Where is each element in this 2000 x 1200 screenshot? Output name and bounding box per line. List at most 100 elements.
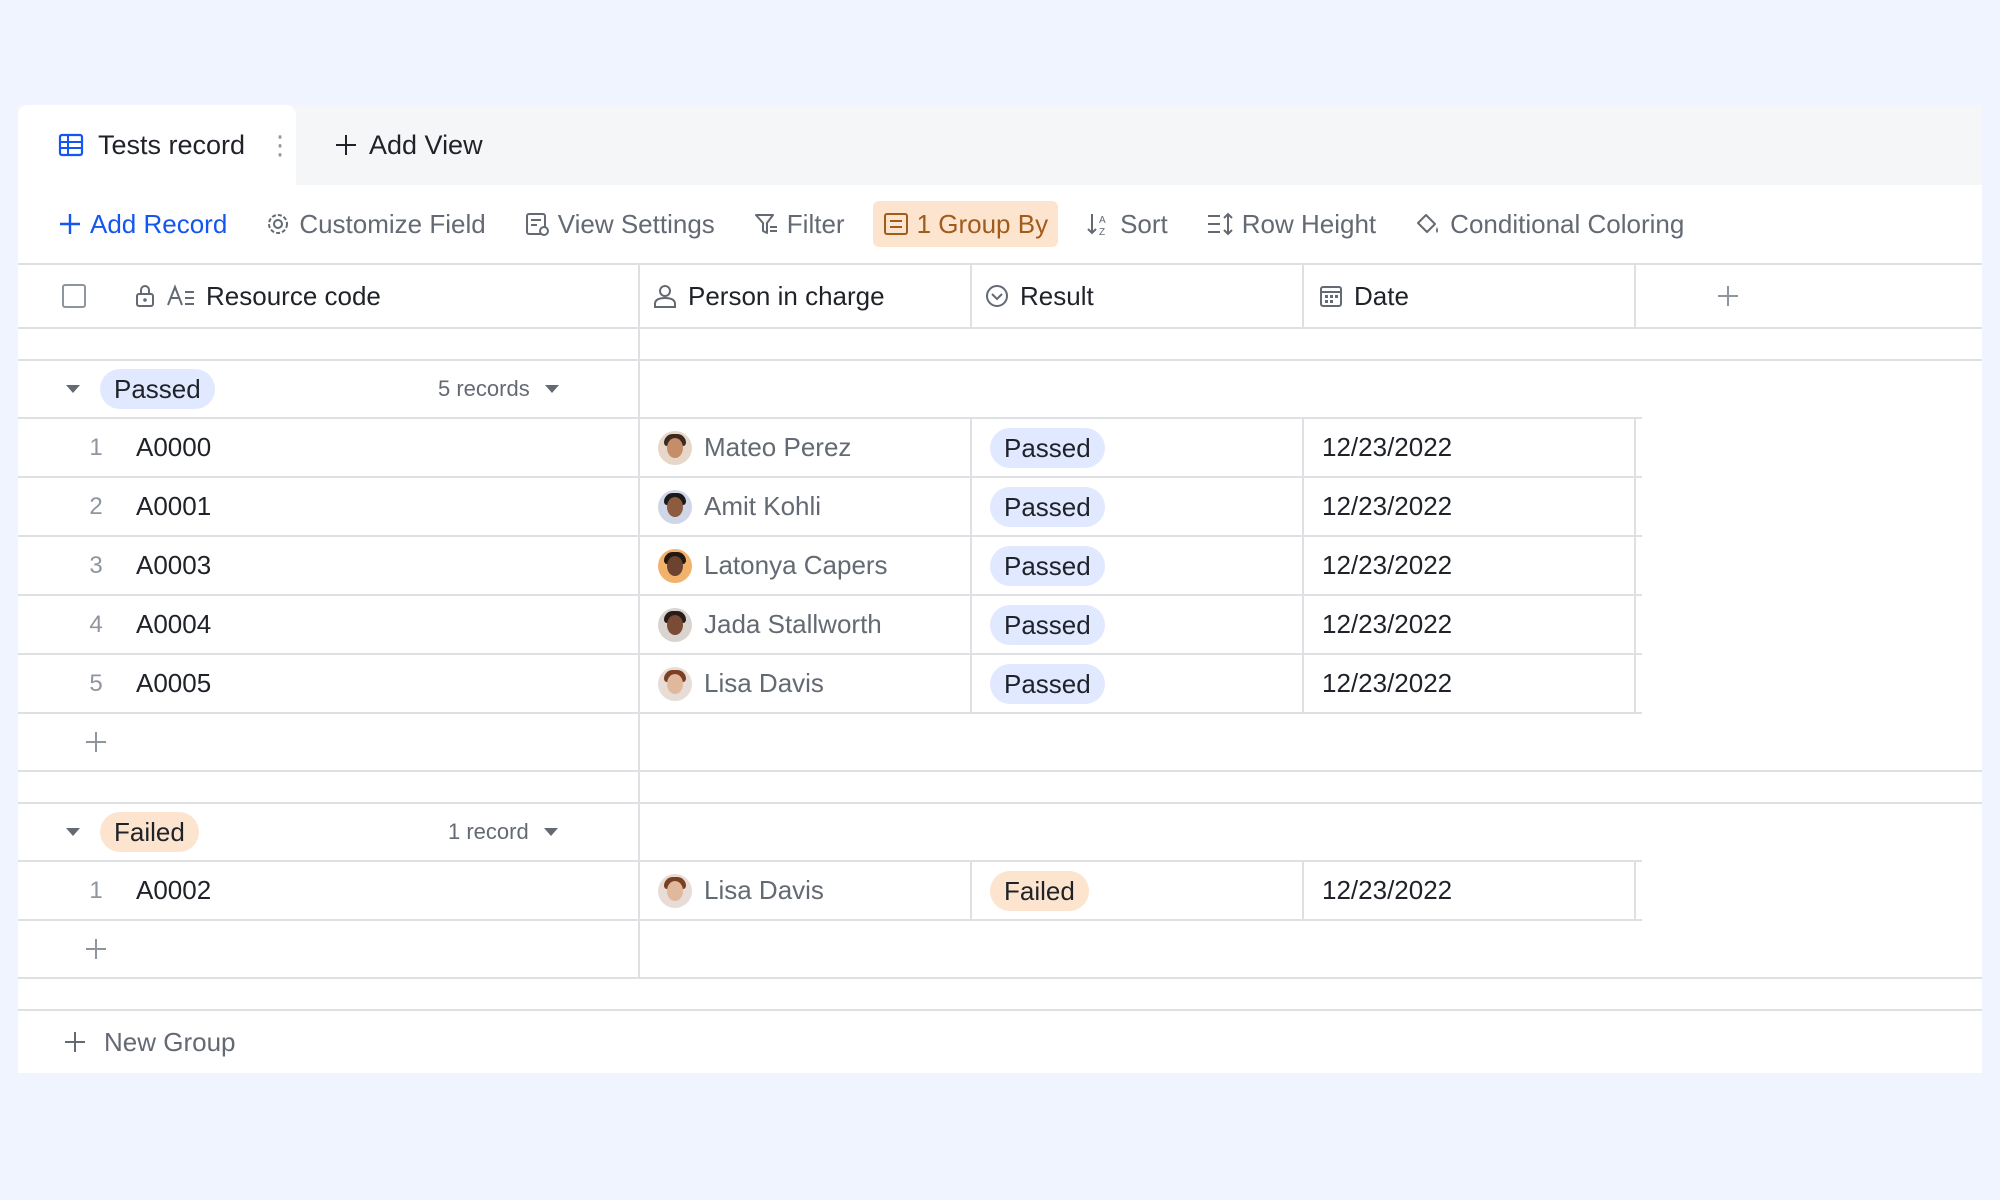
add-view-button[interactable]: Add View xyxy=(333,105,483,185)
column-divider xyxy=(1634,860,1636,921)
group-tag: Failed xyxy=(100,804,260,860)
cell-person[interactable]: Lisa Davis xyxy=(658,862,978,919)
cell-person[interactable]: Mateo Perez xyxy=(658,419,978,476)
column-header-resource-code[interactable]: Resource code xyxy=(134,265,634,327)
cell-person[interactable]: Jada Stallworth xyxy=(658,596,978,653)
group-by-button[interactable]: 1 Group By xyxy=(872,201,1059,247)
column-divider xyxy=(638,327,640,977)
record-count-label: 1 record xyxy=(448,819,529,844)
table-row[interactable]: 4 A0004 Jada Stallworth Passed 12/23/202… xyxy=(18,596,1982,653)
sort-icon: A Z xyxy=(1087,214,1106,237)
divider xyxy=(18,770,1982,772)
tab-tests-record[interactable]: Tests record ⋮ xyxy=(18,105,296,185)
avatar xyxy=(658,607,692,642)
cell-result[interactable]: Passed xyxy=(990,478,1310,535)
add-row-button[interactable] xyxy=(18,714,1982,770)
table-row[interactable]: 1 A0000 Mateo Perez Passed 12/23/2022 xyxy=(18,419,1982,476)
cell-date[interactable]: 12/23/2022 xyxy=(1322,596,1642,653)
cell-resource-code[interactable]: A0002 xyxy=(136,862,616,919)
add-row-button[interactable] xyxy=(18,921,1982,977)
cell-result[interactable]: Failed xyxy=(990,862,1310,919)
column-header-person-in-charge[interactable]: Person in charge xyxy=(652,265,982,327)
table-row[interactable]: 5 A0005 Lisa Davis Passed 12/23/2022 xyxy=(18,655,1982,712)
column-label: Person in charge xyxy=(688,280,885,311)
group-header-failed[interactable]: Failed 1 record xyxy=(18,804,1982,860)
cell-date[interactable]: 12/23/2022 xyxy=(1322,655,1642,712)
new-group[interactable]: New Group xyxy=(62,1011,362,1073)
group-header-passed[interactable]: Passed 5 records xyxy=(18,361,1982,417)
cell-result[interactable]: Passed xyxy=(990,419,1310,476)
add-record-button[interactable]: Add Record xyxy=(48,201,237,247)
cell-result[interactable]: Passed xyxy=(990,655,1310,712)
row-height-icon xyxy=(1207,212,1233,236)
sort-button[interactable]: A Z Sort xyxy=(1076,201,1178,247)
conditional-coloring-button[interactable]: Conditional Coloring xyxy=(1404,201,1694,247)
plus-icon[interactable] xyxy=(58,714,134,770)
result-tag: Passed xyxy=(990,604,1105,645)
column-header-result[interactable]: Result xyxy=(984,265,1314,327)
cell-resource-code[interactable]: A0000 xyxy=(136,419,616,476)
table-row[interactable]: 2 A0001 Amit Kohli Passed 12/23/2022 xyxy=(18,478,1982,535)
cell-resource-code[interactable]: A0004 xyxy=(136,596,616,653)
table-row[interactable]: 1 A0002 Lisa Davis Failed 12/23/2022 xyxy=(18,862,1982,919)
grid-table-icon xyxy=(58,133,84,157)
paint-bucket-icon xyxy=(1417,214,1439,233)
group-record-count[interactable]: 1 record xyxy=(448,804,638,860)
avatar xyxy=(658,666,692,701)
customize-field-button[interactable]: Customize Field xyxy=(255,201,495,247)
cell-resource-code[interactable]: A0005 xyxy=(136,655,616,712)
cell-date[interactable]: 12/23/2022 xyxy=(1322,862,1642,919)
view-tab-bar: Tests record ⋮ Add View xyxy=(18,105,1982,185)
cell-date[interactable]: 12/23/2022 xyxy=(1322,537,1642,594)
avatar xyxy=(658,489,692,524)
row-number: 5 xyxy=(89,669,103,697)
filter-label: Filter xyxy=(786,208,845,239)
filter-icon xyxy=(754,214,777,234)
cell-person[interactable]: Latonya Capers xyxy=(658,537,978,594)
add-field-button[interactable] xyxy=(1698,265,1758,327)
collapse-toggle-icon[interactable] xyxy=(64,361,94,417)
row-number: 2 xyxy=(89,492,103,520)
toolbar: Add Record Customize Field View Settings xyxy=(18,185,1982,265)
collapse-toggle-icon[interactable] xyxy=(64,804,94,860)
view-settings-button[interactable]: View Settings xyxy=(514,201,725,247)
chevron-down-icon xyxy=(543,828,558,836)
column-divider xyxy=(1634,265,1636,327)
row-number: 1 xyxy=(89,433,103,461)
cell-date[interactable]: 12/23/2022 xyxy=(1322,478,1642,535)
column-divider xyxy=(1302,265,1304,327)
group-tag: Passed xyxy=(100,361,260,417)
app-window: Tests record ⋮ Add View Add Record Custo xyxy=(18,105,1982,1073)
table-row[interactable]: 3 A0003 Latonya Capers Passed 12/23/2022 xyxy=(18,537,1982,594)
avatar xyxy=(658,430,692,465)
column-divider xyxy=(1634,417,1636,714)
cell-resource-code[interactable]: A0001 xyxy=(136,478,616,535)
cell-person[interactable]: Amit Kohli xyxy=(658,478,978,535)
person-name: Amit Kohli xyxy=(704,491,822,521)
header-row: Resource code Person in charge Result Da… xyxy=(18,265,1982,327)
new-group-button[interactable]: New Group xyxy=(18,1011,1982,1073)
more-options-icon[interactable]: ⋮ xyxy=(267,130,293,161)
group-by-label: 1 Group By xyxy=(916,208,1049,239)
plus-icon xyxy=(60,214,80,234)
calendar-icon xyxy=(1320,286,1342,307)
add-record-label: Add Record xyxy=(90,208,228,239)
person-name: Latonya Capers xyxy=(704,550,888,580)
record-count-label: 5 records xyxy=(438,376,530,401)
cell-person[interactable]: Lisa Davis xyxy=(658,655,978,712)
row-height-button[interactable]: Row Height xyxy=(1196,201,1386,247)
person-name: Lisa Davis xyxy=(704,668,824,698)
plus-icon[interactable] xyxy=(58,921,134,977)
cell-result[interactable]: Passed xyxy=(990,596,1310,653)
cell-result[interactable]: Passed xyxy=(990,537,1310,594)
filter-button[interactable]: Filter xyxy=(743,201,855,247)
tab-label: Tests record xyxy=(98,129,246,160)
column-header-date[interactable]: Date xyxy=(1318,265,1648,327)
row-number: 4 xyxy=(89,610,103,638)
new-group-label: New Group xyxy=(104,1026,236,1057)
cell-date[interactable]: 12/23/2022 xyxy=(1322,419,1642,476)
select-all-checkbox[interactable] xyxy=(62,265,102,327)
column-divider xyxy=(1302,860,1304,921)
cell-resource-code[interactable]: A0003 xyxy=(136,537,616,594)
group-record-count[interactable]: 5 records xyxy=(438,361,638,417)
